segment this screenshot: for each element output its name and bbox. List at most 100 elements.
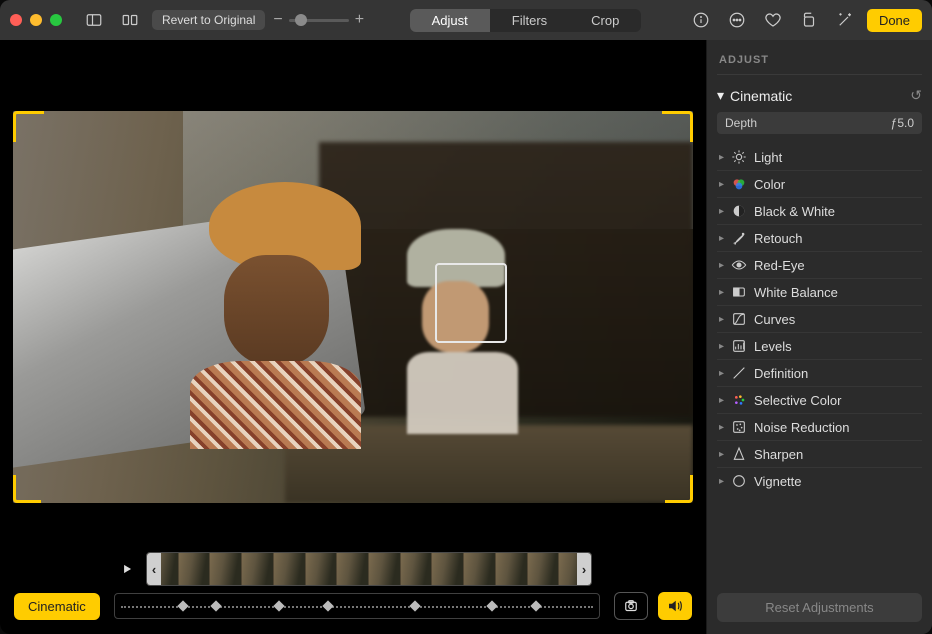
trim-end-handle[interactable]: › [577, 553, 591, 585]
auto-enhance-button[interactable] [831, 9, 859, 31]
adjustment-vignette[interactable]: ▸ Vignette [717, 467, 922, 494]
adjustment-label: Sharpen [754, 447, 803, 462]
retouch-icon [731, 230, 747, 246]
sidebar-toggle-button[interactable] [80, 9, 108, 31]
adjustment-label: Vignette [754, 474, 801, 489]
edit-mode-tabs: Adjust Filters Crop [410, 9, 642, 32]
timeline-controls: ‹ › Cinematic [0, 544, 706, 634]
tab-filters[interactable]: Filters [490, 9, 569, 32]
depth-keyframe[interactable] [322, 600, 333, 611]
main-area: ‹ › Cinematic [0, 40, 706, 634]
tab-crop[interactable]: Crop [569, 9, 641, 32]
adjustments-list: ▸Light▸Color▸Black & White▸Retouch▸Red-E… [717, 144, 922, 494]
adjustment-label: Definition [754, 366, 808, 381]
adjustment-bw[interactable]: ▸Black & White [717, 197, 922, 224]
adjustment-definition[interactable]: ▸ Definition [717, 359, 922, 386]
more-button[interactable] [723, 9, 751, 31]
chevron-down-icon: ▾ [717, 87, 724, 104]
zoom-out-icon[interactable]: − [273, 11, 282, 29]
zoom-in-icon[interactable]: + [355, 11, 364, 29]
adjustment-label: Levels [754, 339, 792, 354]
adjustment-levels[interactable]: ▸ Levels [717, 332, 922, 359]
sharpen-icon [731, 446, 747, 462]
depth-keyframe[interactable] [177, 600, 188, 611]
redeye-icon [731, 257, 747, 273]
viewer[interactable] [0, 40, 706, 544]
adjustment-color[interactable]: ▸Color [717, 170, 922, 197]
cinematic-toggle-button[interactable]: Cinematic [14, 593, 100, 620]
curves-icon [731, 311, 747, 327]
chevron-right-icon: ▸ [719, 314, 724, 325]
maximize-window-button[interactable] [50, 14, 62, 26]
levels-icon [731, 338, 747, 354]
reset-adjustments-button[interactable]: Reset Adjustments [717, 593, 922, 622]
chevron-right-icon: ▸ [719, 449, 724, 460]
app-window: Revert to Original − + Adjust Filters Cr… [0, 0, 932, 634]
zoom-control[interactable]: − + [273, 11, 364, 29]
cinematic-section-label: Cinematic [730, 88, 792, 104]
info-button[interactable] [687, 9, 715, 31]
chevron-right-icon: ▸ [719, 341, 724, 352]
depth-keyframe[interactable] [211, 600, 222, 611]
cinematic-section-header[interactable]: ▾ Cinematic ↺ [717, 85, 922, 106]
depth-keyframe-track[interactable] [114, 593, 600, 619]
adjustment-label: Black & White [754, 204, 835, 219]
rotate-button[interactable] [795, 9, 823, 31]
adjustment-label: White Balance [754, 285, 838, 300]
adjustment-curves[interactable]: ▸ Curves [717, 305, 922, 332]
minimize-window-button[interactable] [30, 14, 42, 26]
audio-toggle-button[interactable] [658, 592, 692, 620]
adjustment-label: Light [754, 150, 782, 165]
adjustment-label: Noise Reduction [754, 420, 849, 435]
close-window-button[interactable] [10, 14, 22, 26]
zoom-slider-track[interactable] [289, 19, 349, 22]
filmstrip[interactable]: ‹ › [146, 552, 592, 586]
adjustment-light[interactable]: ▸Light [717, 144, 922, 170]
primary-focus-indicator[interactable] [13, 111, 131, 241]
chevron-right-icon: ▸ [719, 233, 724, 244]
chevron-right-icon: ▸ [719, 179, 724, 190]
zoom-slider-knob[interactable] [295, 14, 307, 26]
done-button[interactable]: Done [867, 9, 922, 32]
adjustment-wb[interactable]: ▸ White Balance [717, 278, 922, 305]
selcolor-icon [731, 392, 747, 408]
body: ‹ › Cinematic [0, 40, 932, 634]
depth-keyframe[interactable] [274, 600, 285, 611]
sidebar-title: ADJUST [717, 50, 922, 75]
wb-icon [731, 284, 747, 300]
chevron-right-icon: ▸ [719, 476, 724, 487]
vignette-icon [731, 473, 747, 489]
light-icon [731, 149, 747, 165]
depth-keyframe[interactable] [409, 600, 420, 611]
depth-value: ƒ5.0 [891, 116, 914, 130]
color-icon [731, 176, 747, 192]
adjustment-selcolor[interactable]: ▸Selective Color [717, 386, 922, 413]
depth-keyframe[interactable] [487, 600, 498, 611]
adjustment-label: Curves [754, 312, 795, 327]
tab-adjust[interactable]: Adjust [410, 9, 490, 32]
adjustment-label: Retouch [754, 231, 802, 246]
noise-icon [731, 419, 747, 435]
cinematic-reset-icon[interactable]: ↺ [910, 87, 922, 104]
favorite-button[interactable] [759, 9, 787, 31]
secondary-focus-indicator[interactable] [435, 263, 507, 343]
depth-field[interactable]: Depth ƒ5.0 [717, 112, 922, 134]
manual-focus-button[interactable] [614, 592, 648, 620]
chevron-right-icon: ▸ [719, 287, 724, 298]
trim-start-handle[interactable]: ‹ [147, 553, 161, 585]
adjust-sidebar: ADJUST ▾ Cinematic ↺ Depth ƒ5.0 ▸Light▸C… [706, 40, 932, 634]
adjustment-redeye[interactable]: ▸ Red-Eye [717, 251, 922, 278]
video-frame[interactable] [13, 111, 693, 503]
play-button[interactable] [114, 562, 140, 576]
adjustment-label: Red-Eye [754, 258, 805, 273]
chevron-right-icon: ▸ [719, 395, 724, 406]
split-compare-button[interactable] [116, 9, 144, 31]
window-controls [10, 14, 62, 26]
revert-button[interactable]: Revert to Original [152, 10, 265, 30]
chevron-right-icon: ▸ [719, 260, 724, 271]
adjustment-noise[interactable]: ▸Noise Reduction [717, 413, 922, 440]
adjustment-retouch[interactable]: ▸ Retouch [717, 224, 922, 251]
adjustment-sharpen[interactable]: ▸ Sharpen [717, 440, 922, 467]
depth-keyframe[interactable] [530, 600, 541, 611]
chevron-right-icon: ▸ [719, 368, 724, 379]
